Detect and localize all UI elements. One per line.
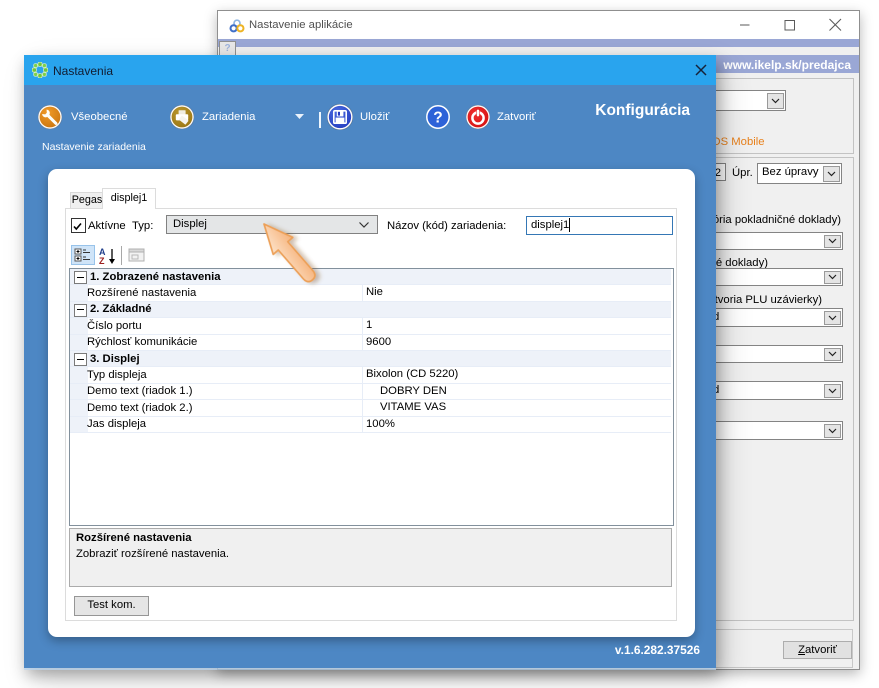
svg-text:Z: Z <box>99 256 105 265</box>
svg-text:?: ? <box>433 110 442 127</box>
